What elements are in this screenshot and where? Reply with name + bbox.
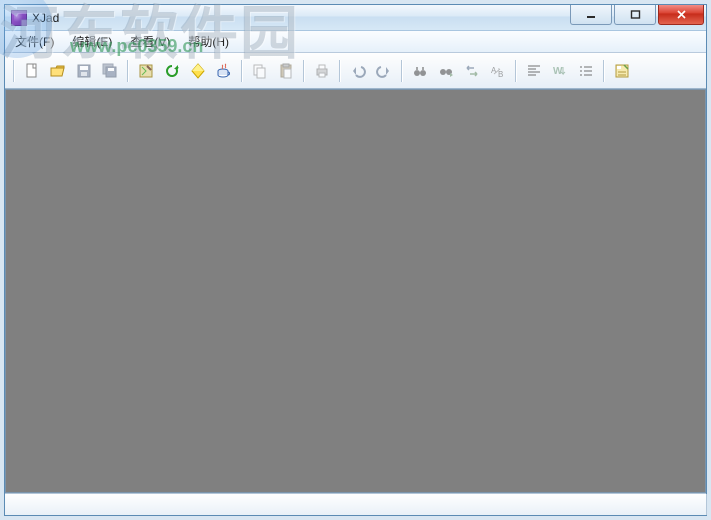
maximize-icon	[630, 10, 641, 19]
minimize-button[interactable]	[570, 5, 612, 25]
window-controls	[570, 5, 706, 25]
menu-file[interactable]: 文件(F)	[9, 31, 60, 52]
mdi-client-area	[5, 89, 706, 493]
options-button[interactable]	[610, 59, 634, 83]
status-cell-3	[203, 494, 303, 515]
undo-button[interactable]	[346, 59, 370, 83]
window-title: XJad	[32, 11, 59, 25]
config-button[interactable]	[134, 59, 158, 83]
menu-help[interactable]: 帮助(H)	[182, 31, 235, 52]
list-button[interactable]	[574, 59, 598, 83]
copy-button[interactable]	[248, 59, 272, 83]
close-button[interactable]	[658, 5, 704, 25]
goto-line-icon: AB	[490, 63, 506, 79]
copy-icon	[252, 63, 268, 79]
java-cup-icon	[216, 63, 232, 79]
replace-icon	[464, 63, 480, 79]
status-cell-4	[302, 494, 432, 515]
save-all-icon	[102, 63, 118, 79]
app-window: XJad 文件(F) 编辑(E) 查看(V) 帮助(H)	[4, 4, 707, 516]
toolbar-separator	[515, 60, 517, 82]
toolbar: AB W	[5, 53, 706, 89]
toolbar-separator	[603, 60, 605, 82]
app-icon	[11, 10, 27, 26]
properties-icon	[614, 63, 630, 79]
java-button[interactable]	[212, 59, 236, 83]
status-cell-5	[431, 494, 707, 515]
statusbar	[5, 493, 706, 515]
svg-text:B: B	[498, 70, 503, 79]
menubar: 文件(F) 编辑(E) 查看(V) 帮助(H)	[5, 31, 706, 53]
decompile-jar-button[interactable]	[186, 59, 210, 83]
word-wrap-icon: W	[552, 63, 568, 79]
status-cell-2	[114, 494, 204, 515]
toolbar-grip-icon	[13, 60, 15, 82]
titlebar: XJad	[5, 5, 706, 31]
refresh-button[interactable]	[160, 59, 184, 83]
refresh-icon	[164, 63, 180, 79]
binoculars-icon	[412, 63, 428, 79]
status-cell-1	[5, 494, 115, 515]
gear-hammer-icon	[138, 63, 154, 79]
print-icon	[314, 63, 330, 79]
toolbar-separator	[303, 60, 305, 82]
paste-button[interactable]	[274, 59, 298, 83]
maximize-button[interactable]	[614, 5, 656, 25]
find-next-icon	[438, 63, 454, 79]
redo-button[interactable]	[372, 59, 396, 83]
goto-button[interactable]: AB	[486, 59, 510, 83]
undo-icon	[350, 63, 366, 79]
svg-text:W: W	[553, 66, 563, 77]
save-button[interactable]	[72, 59, 96, 83]
close-icon	[676, 10, 687, 19]
align-left-button[interactable]	[522, 59, 546, 83]
toolbar-separator	[401, 60, 403, 82]
save-all-button[interactable]	[98, 59, 122, 83]
menu-view[interactable]: 查看(V)	[124, 31, 176, 52]
redo-icon	[376, 63, 392, 79]
list-icon	[578, 63, 594, 79]
jar-diamond-icon	[190, 63, 206, 79]
find-button[interactable]	[408, 59, 432, 83]
open-button[interactable]	[46, 59, 70, 83]
save-icon	[76, 63, 92, 79]
open-folder-icon	[50, 63, 66, 79]
paste-icon	[278, 63, 294, 79]
toolbar-separator	[127, 60, 129, 82]
print-button[interactable]	[310, 59, 334, 83]
new-file-icon	[24, 63, 40, 79]
find-next-button[interactable]	[434, 59, 458, 83]
minimize-icon	[586, 10, 597, 19]
toolbar-separator	[339, 60, 341, 82]
word-wrap-button[interactable]: W	[548, 59, 572, 83]
new-button[interactable]	[20, 59, 44, 83]
align-left-icon	[526, 63, 542, 79]
replace-button[interactable]	[460, 59, 484, 83]
menu-edit[interactable]: 编辑(E)	[66, 31, 118, 52]
toolbar-separator	[241, 60, 243, 82]
